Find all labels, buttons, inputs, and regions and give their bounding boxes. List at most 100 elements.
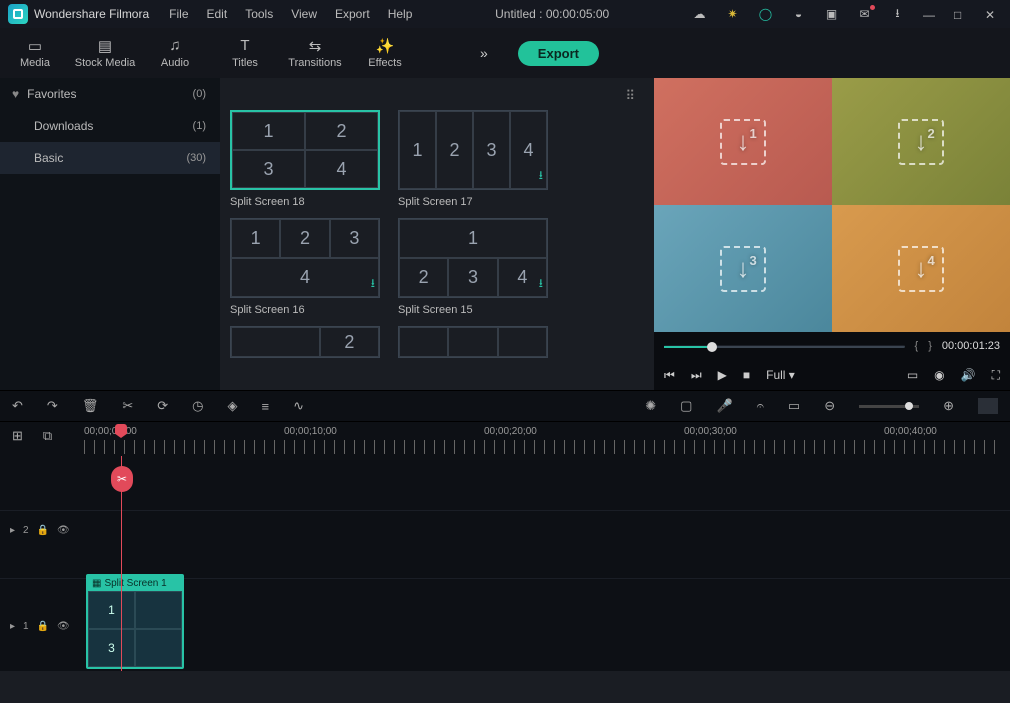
play-button[interactable]: ▶ [718, 368, 727, 382]
guide-button[interactable]: ▭ [788, 398, 800, 414]
brace-left[interactable]: { [915, 340, 919, 352]
visibility-icon[interactable]: 👁 [57, 525, 70, 536]
zoom-in-button[interactable]: ⊕ [943, 398, 954, 414]
cut-indicator-icon[interactable]: ✂ [111, 466, 133, 492]
crop-button[interactable]: ⟳ [157, 398, 168, 414]
menu-tools[interactable]: Tools [245, 7, 273, 21]
account-icon[interactable]: ◒ [791, 7, 806, 22]
timeline-clip[interactable]: ▦Split Screen 1 1 3 [86, 574, 184, 669]
app-logo [8, 4, 28, 24]
preview-slot-2[interactable]: ↓2 [832, 78, 1010, 205]
template-thumb-split-screen-17[interactable]: 1 2 3 4 ⭳ [398, 110, 548, 190]
undo-button[interactable]: ↶ [12, 398, 23, 414]
download-badge-icon[interactable]: ⭳ [539, 166, 543, 187]
render-button[interactable]: ✺ [645, 398, 656, 414]
timeline-ruler[interactable]: ⊞ ⧉ 00;00;00;00 00;00;10;00 00;00;20;00 … [0, 422, 1010, 456]
next-frame-button[interactable]: ⏭ [691, 368, 702, 383]
cloud-icon[interactable]: ☁ [692, 7, 707, 22]
template-thumb-split-screen-18[interactable]: 1 2 3 4 [230, 110, 380, 190]
menu-edit[interactable]: Edit [207, 7, 228, 21]
mail-icon[interactable]: ✉ [857, 7, 872, 22]
template-thumb-split-screen-16[interactable]: 1 2 3 4 ⭳ [230, 218, 380, 298]
tab-audio[interactable]: ♫Audio [140, 32, 210, 75]
timeline-snap-toggle[interactable] [978, 398, 998, 414]
track-type-icon: ▸ [10, 621, 15, 632]
sidebar-favorites[interactable]: ♥ Favorites (0) [0, 78, 220, 110]
fullscreen-button[interactable]: ⛶ [992, 368, 1000, 383]
sidebar-downloads[interactable]: Downloads (1) [0, 110, 220, 142]
lock-icon[interactable]: 🔒 [37, 525, 49, 536]
zoom-out-button[interactable]: ⊖ [824, 398, 835, 414]
preview-slot-4[interactable]: ↓4 [832, 205, 1010, 332]
cut-button[interactable]: ✂ [122, 398, 133, 414]
template-item: 1 2 3 4 Split Screen 18 [230, 110, 380, 208]
color-button[interactable]: ◈ [227, 398, 237, 414]
marker-button[interactable]: ▢ [680, 398, 692, 414]
save-icon[interactable]: ▣ [824, 7, 839, 22]
folder-icon: ▭ [28, 38, 42, 54]
stop-button[interactable]: ■ [743, 368, 750, 382]
music-icon: ♫ [169, 38, 180, 54]
tips-icon[interactable]: ✷ [725, 7, 740, 22]
tab-effects[interactable]: ✨Effects [350, 32, 420, 75]
tab-transitions[interactable]: ⇆Transitions [280, 32, 350, 75]
snapshot-button[interactable]: ◉ [934, 368, 944, 382]
category-tabs: ▭Media ▤Stock Media ♫Audio TTitles ⇆Tran… [0, 28, 1010, 78]
menu-export[interactable]: Export [335, 7, 370, 21]
grid-sort-icon[interactable]: ⠿ [625, 88, 636, 104]
export-button[interactable]: Export [518, 41, 599, 66]
menu-view[interactable]: View [291, 7, 317, 21]
sidebar-basic[interactable]: Basic (30) [0, 142, 220, 174]
timeline-tracks: ✂ ▸ 2 🔒 👁 ▸ 1 🔒 👁 ▦Split Screen 1 1 3 [0, 456, 1010, 671]
volume-button[interactable]: 🔊 [961, 368, 976, 382]
visibility-icon[interactable]: 👁 [57, 621, 70, 632]
tab-media[interactable]: ▭Media [0, 32, 70, 75]
add-track-button[interactable]: ⊞ [12, 428, 23, 444]
adjust-button[interactable]: ≡ [261, 399, 269, 414]
monitor-icon[interactable]: ▭ [907, 368, 918, 382]
brace-right[interactable]: } [928, 340, 932, 352]
redo-button[interactable]: ↷ [47, 398, 58, 414]
tab-stock-media[interactable]: ▤Stock Media [70, 32, 140, 75]
transition-icon: ⇆ [309, 38, 322, 54]
maximize-button[interactable]: □ [954, 8, 967, 21]
preview-slot-3[interactable]: ↓3 [654, 205, 832, 332]
title-bar: Wondershare Filmora File Edit Tools View… [0, 0, 1010, 28]
ruler-ticks [84, 440, 1002, 454]
prev-frame-button[interactable]: ⏮ [664, 368, 675, 383]
zoom-slider[interactable] [859, 405, 919, 408]
preview-canvas[interactable]: ↓1 ↓2 ↓3 ↓4 [654, 78, 1010, 332]
preview-panel: ↓1 ↓2 ↓3 ↓4 { } 00:00:01:23 ⏮ ⏭ ▶ ■ Full… [654, 78, 1010, 390]
template-item: 1 2 3 4 ⭳ Split Screen 15 [398, 218, 548, 316]
template-thumb-partial[interactable] [398, 326, 548, 358]
tab-titles[interactable]: TTitles [210, 32, 280, 75]
audio-button[interactable]: ∿ [293, 398, 304, 414]
template-item: 2 [230, 326, 380, 358]
menu-file[interactable]: File [169, 7, 188, 21]
mixer-button[interactable]: 𝄐 [757, 398, 764, 414]
chain-button[interactable]: ⧉ [43, 428, 52, 444]
track-row[interactable]: ▸ 2 🔒 👁 [0, 510, 1010, 550]
menu-help[interactable]: Help [388, 7, 413, 21]
download-badge-icon[interactable]: ⭳ [539, 274, 543, 295]
support-icon[interactable]: ◯ [758, 7, 773, 22]
project-title: Untitled : 00:00:05:00 [412, 7, 692, 21]
template-thumb-partial[interactable]: 2 [230, 326, 380, 358]
record-button[interactable]: 🎤 [716, 398, 732, 414]
template-thumb-split-screen-15[interactable]: 1 2 3 4 ⭳ [398, 218, 548, 298]
track-row[interactable]: ▸ 1 🔒 👁 ▦Split Screen 1 1 3 [0, 578, 1010, 674]
download-icon[interactable]: ⭳ [890, 7, 905, 22]
close-button[interactable]: ✕ [985, 8, 998, 21]
preview-slot-1[interactable]: ↓1 [654, 78, 832, 205]
template-label: Split Screen 18 [230, 196, 380, 208]
more-tabs-icon[interactable]: » [480, 45, 488, 61]
minimize-button[interactable]: — [923, 8, 936, 21]
clip-title: Split Screen 1 [104, 578, 166, 589]
playhead[interactable] [121, 424, 127, 438]
lock-icon[interactable]: 🔒 [37, 621, 49, 632]
download-badge-icon[interactable]: ⭳ [371, 274, 375, 295]
speed-button[interactable]: ◷ [192, 398, 203, 414]
delete-button[interactable]: 🗑 [82, 398, 99, 414]
progress-track[interactable] [664, 345, 905, 348]
fit-dropdown[interactable]: Full ▾ [766, 368, 795, 382]
